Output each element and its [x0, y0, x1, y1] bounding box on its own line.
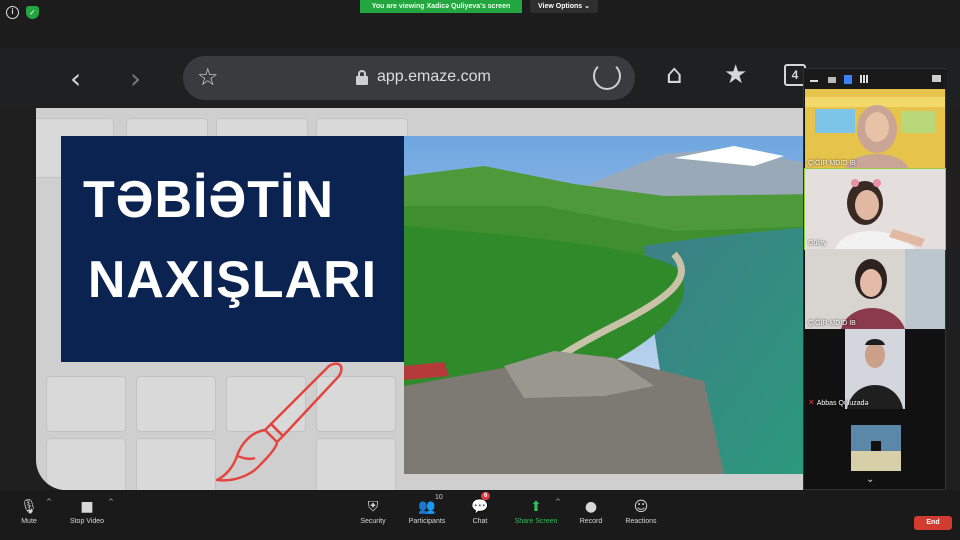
speaker-view-icon[interactable] [844, 75, 852, 84]
view-options-button[interactable]: View Options ⌄ [530, 0, 598, 13]
slide-title-box: TƏBİƏTİN NAXIŞLARI [61, 136, 404, 362]
url-text[interactable]: app.emaze.com [377, 68, 491, 86]
participant-tile-1[interactable]: ÇIĞIR MDID İB [805, 89, 945, 169]
end-meeting-button[interactable]: End [914, 516, 952, 530]
panel-header [804, 69, 947, 89]
exit-panel-icon[interactable] [932, 75, 941, 82]
lock-icon [356, 70, 368, 85]
muted-mic-icon: ✕ [808, 398, 815, 407]
microphone-icon: 🎙 [20, 499, 38, 515]
participant-tile-5[interactable] [805, 409, 945, 489]
participant-tile-4[interactable]: ✕ Abbas Quluzadə [805, 329, 945, 409]
share-options-caret-icon[interactable]: ^ [555, 498, 561, 506]
screen-share-banner: You are viewing Xadicə Quliyeva's screen [360, 0, 522, 13]
forward-arrow-icon[interactable]: › [130, 62, 141, 95]
gallery-view-icon[interactable] [860, 75, 868, 83]
video-options-caret-icon[interactable]: ^ [108, 498, 114, 506]
stop-video-label: Stop Video [69, 518, 105, 525]
participants-button[interactable]: 👥 Participants [404, 496, 450, 525]
mute-label: Mute [21, 518, 37, 525]
record-button[interactable]: ● Record [576, 496, 606, 525]
paintbrush-icon [215, 362, 343, 482]
minimize-icon[interactable] [810, 80, 818, 82]
audio-options-caret-icon[interactable]: ^ [46, 498, 52, 506]
back-arrow-icon[interactable]: ‹ [70, 62, 81, 95]
participants-label: Participants [408, 518, 446, 525]
participant-tile-2[interactable]: Gülay [804, 168, 946, 250]
share-screen-label: Share Screen [514, 518, 558, 525]
shield-icon[interactable]: ✓ [26, 6, 39, 19]
presentation-slide: TƏBİƏTİN NAXIŞLARI [36, 108, 820, 490]
chat-button[interactable]: 💬 Chat [466, 496, 494, 525]
scroll-down-icon[interactable]: ⌄ [866, 474, 874, 485]
record-label: Record [579, 518, 603, 525]
landscape-photo [404, 136, 820, 474]
bookmark-star-icon[interactable]: ★ [724, 60, 747, 90]
video-camera-icon: ■ [80, 499, 94, 515]
slide-title-line-2: NAXIŞLARI [87, 251, 378, 309]
mute-button[interactable]: 🎙 Mute [14, 496, 44, 525]
thumbnail-view-icon[interactable] [828, 77, 836, 83]
info-icon[interactable]: i [6, 6, 19, 19]
home-icon[interactable]: ⌂ [666, 60, 683, 90]
participant-name: ✕ Abbas Quluzadə [808, 398, 869, 407]
slide-title-line-1: TƏBİƏTİN [82, 171, 335, 229]
address-bar[interactable]: ☆ app.emaze.com [183, 56, 635, 100]
meeting-toolbar: 🎙 Mute ^ ■ Stop Video ^ ⛨ Security 👥 Par… [0, 490, 960, 540]
participant-tile-3[interactable]: ÇIĞIR MDID İB [805, 249, 945, 329]
participants-count: 10 [435, 494, 443, 501]
security-label: Security [360, 518, 386, 525]
zoom-window: i ✓ You are viewing Xadicə Quliyeva's sc… [0, 0, 960, 540]
record-icon: ● [584, 499, 598, 515]
star-icon[interactable]: ☆ [197, 63, 219, 91]
participant-video-panel: ÇIĞIR MDID İB Gülay ÇIĞIR MDID İB ✕ Abba… [803, 68, 947, 490]
participant-name: ÇIĞIR MDID İB [808, 160, 856, 167]
reactions-label: Reactions [625, 518, 657, 525]
reactions-button[interactable]: ☺ Reactions [622, 496, 660, 525]
security-button[interactable]: ⛨ Security [356, 496, 390, 525]
top-bar: i ✓ You are viewing Xadicə Quliyeva's sc… [0, 0, 960, 48]
stop-video-button[interactable]: ■ Stop Video [64, 496, 110, 525]
participant-name: ÇIĞIR MDID İB [808, 320, 856, 327]
reload-icon[interactable] [593, 62, 621, 90]
reactions-smiley-icon: ☺ [633, 499, 649, 515]
chat-bubble-icon: 💬 [471, 499, 489, 515]
security-shield-icon: ⛨ [367, 499, 379, 515]
chat-label: Chat [472, 518, 488, 525]
participants-icon: 👥 [418, 499, 436, 515]
participant-name: Gülay [808, 240, 827, 247]
